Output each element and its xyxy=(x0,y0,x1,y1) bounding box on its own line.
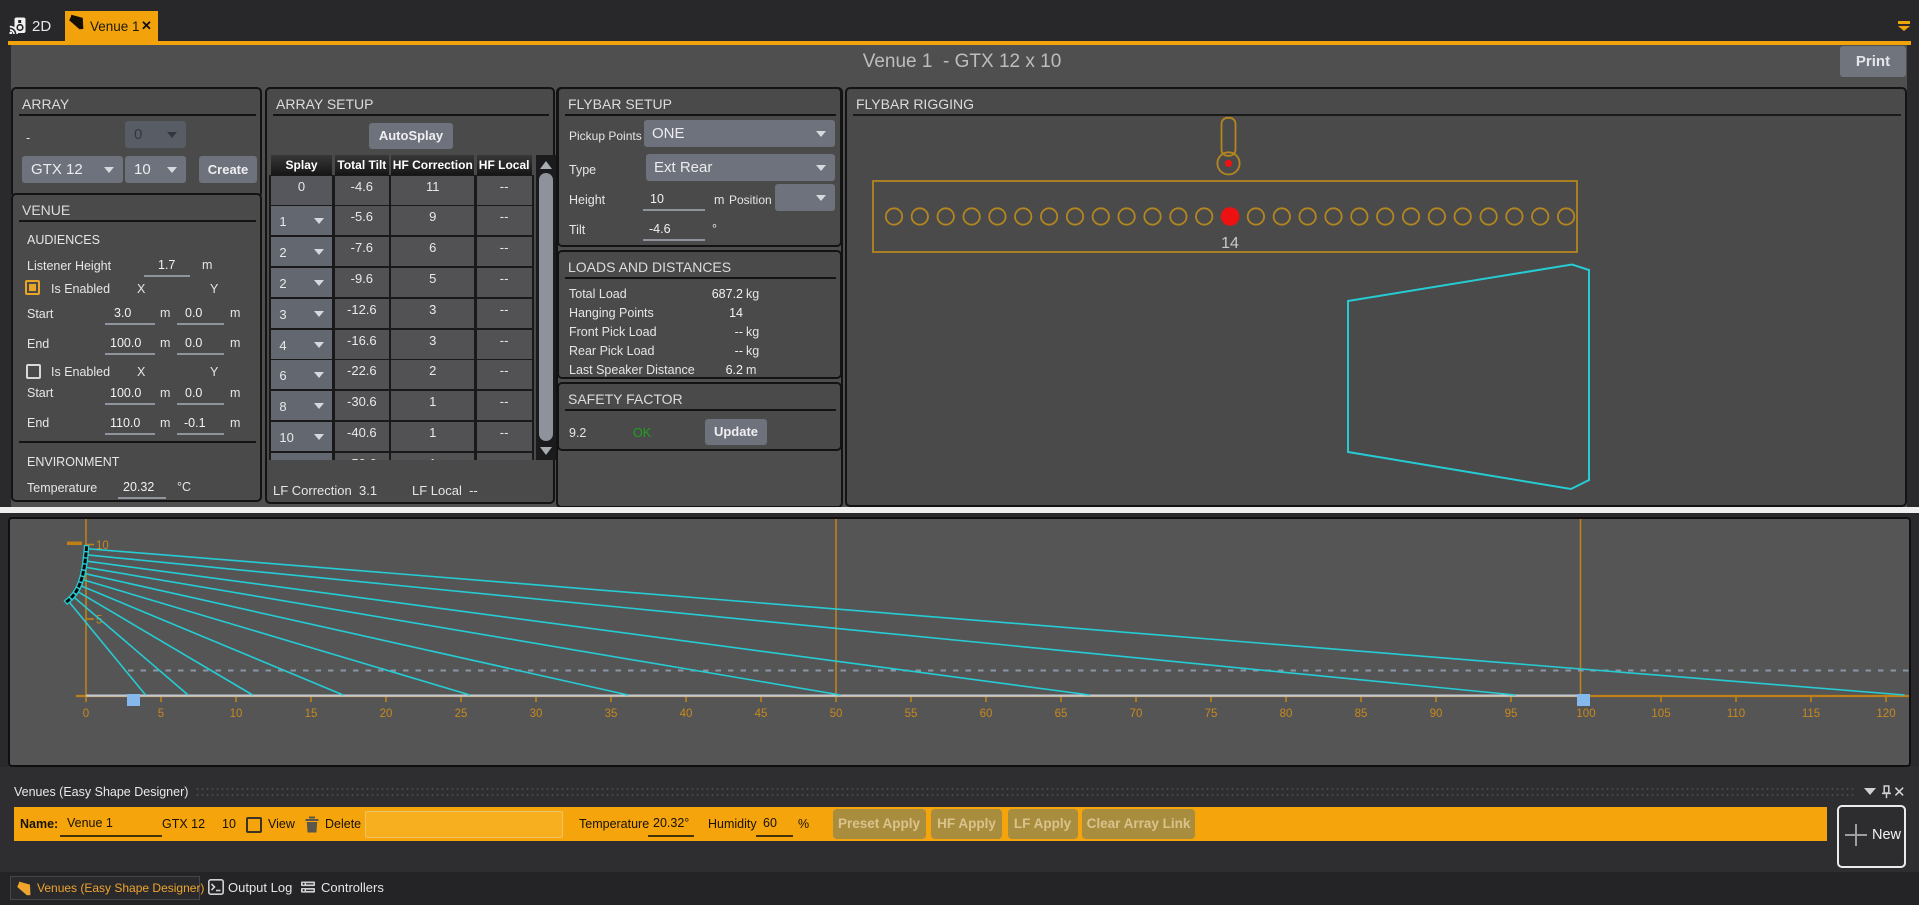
svg-text:110: 110 xyxy=(1727,708,1745,720)
svg-text:10: 10 xyxy=(230,708,243,720)
svg-text:30: 30 xyxy=(530,708,543,720)
svg-text:60: 60 xyxy=(980,708,993,720)
svg-text:80: 80 xyxy=(1280,708,1293,720)
svg-text:90: 90 xyxy=(1430,708,1443,720)
svg-text:55: 55 xyxy=(905,708,918,720)
svg-text:120: 120 xyxy=(1876,708,1895,720)
svg-text:15: 15 xyxy=(305,708,318,720)
svg-text:5: 5 xyxy=(158,708,164,720)
svg-text:20: 20 xyxy=(380,708,393,720)
svg-text:65: 65 xyxy=(1055,708,1068,720)
svg-text:0: 0 xyxy=(83,708,89,720)
svg-text:14: 14 xyxy=(1221,235,1239,252)
svg-text:105: 105 xyxy=(1651,708,1670,720)
svg-text:25: 25 xyxy=(455,708,468,720)
svg-text:40: 40 xyxy=(680,708,693,720)
svg-text:95: 95 xyxy=(1505,708,1518,720)
svg-text:70: 70 xyxy=(1130,708,1143,720)
svg-text:100: 100 xyxy=(1576,708,1595,720)
svg-text:85: 85 xyxy=(1355,708,1368,720)
svg-text:115: 115 xyxy=(1802,708,1820,720)
svg-text:75: 75 xyxy=(1205,708,1218,720)
svg-text:45: 45 xyxy=(755,708,768,720)
svg-text:50: 50 xyxy=(830,708,843,720)
svg-text:35: 35 xyxy=(605,708,618,720)
